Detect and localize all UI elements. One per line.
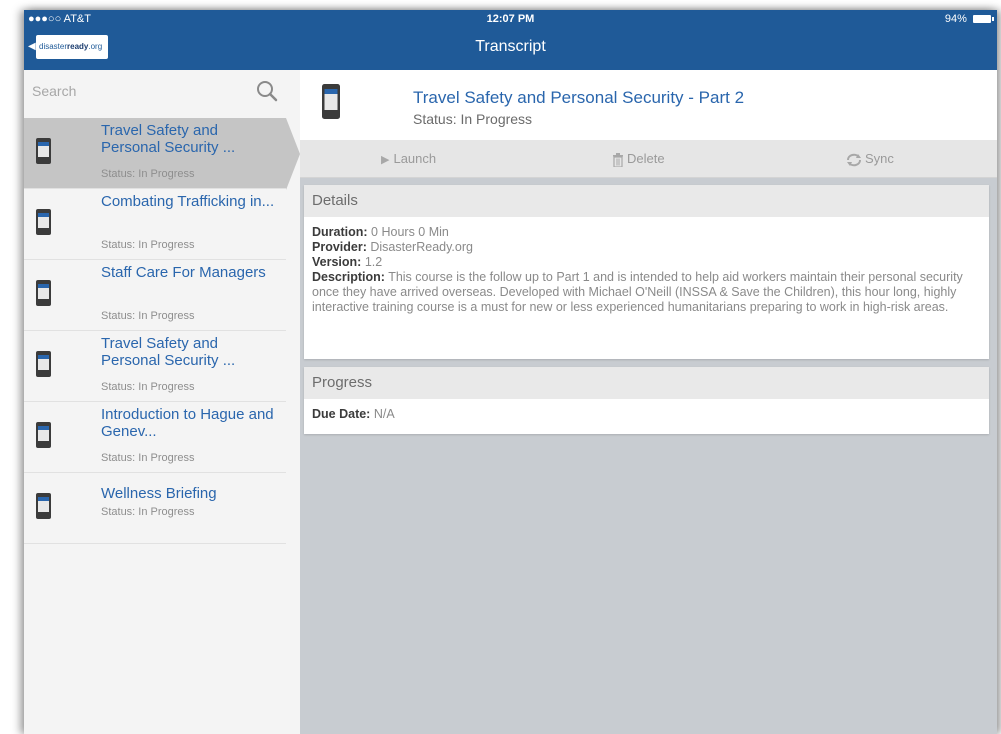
course-status: Status: In Progress	[101, 168, 195, 180]
clock: 12:07 PM	[486, 13, 535, 25]
search-bar	[24, 70, 286, 114]
battery-percent: 94%	[944, 13, 967, 25]
mobile-course-icon	[36, 138, 51, 164]
search-icon[interactable]	[256, 80, 278, 102]
course-status: Status: In Progress	[101, 239, 195, 251]
delete-button[interactable]: Delete	[612, 140, 665, 178]
course-status: Status: In Progress	[101, 506, 195, 518]
mobile-course-icon	[36, 493, 51, 519]
course-list: Travel Safety and Personal Security ... …	[24, 118, 286, 544]
status-bar: ●●●○○ AT&T 12:07 PM 94%	[24, 10, 997, 28]
course-title: Staff Care For Managers	[101, 264, 266, 281]
course-list-item[interactable]: Combating Trafficking in... Status: In P…	[24, 189, 286, 260]
selection-pointer	[286, 118, 300, 190]
course-detail-status: Status: In Progress	[413, 111, 533, 127]
progress-body: Due Date: N/A	[304, 399, 989, 432]
course-detail-title: Travel Safety and Personal Security - Pa…	[413, 88, 745, 107]
details-card: Details Duration: 0 Hours 0 Min Provider…	[304, 185, 989, 359]
details-body: Duration: 0 Hours 0 Min Provider: Disast…	[304, 217, 989, 325]
battery-indicator: 94%	[944, 10, 994, 28]
description-row: Description: This course is the follow u…	[312, 270, 963, 314]
details-heading: Details	[304, 185, 989, 217]
ipad-screen: ●●●○○ AT&T 12:07 PM 94% ◀ disasterready.…	[24, 10, 997, 734]
launch-button[interactable]: ▶ Launch	[381, 140, 436, 178]
course-title: Travel Safety and Personal Security ...	[101, 335, 236, 369]
duration-row: Duration: 0 Hours 0 Min	[312, 225, 449, 239]
progress-card: Progress Due Date: N/A	[304, 367, 989, 434]
course-list-item[interactable]: Travel Safety and Personal Security ... …	[24, 331, 286, 402]
search-input[interactable]	[32, 78, 242, 104]
sync-icon	[847, 153, 861, 166]
course-list-item[interactable]: Wellness Briefing Status: In Progress	[24, 473, 286, 544]
course-list-item-selected[interactable]: Travel Safety and Personal Security ... …	[24, 118, 286, 189]
provider-row: Provider: DisasterReady.org	[312, 240, 473, 254]
course-status: Status: In Progress	[101, 381, 195, 393]
course-list-item[interactable]: Introduction to Hague and Genev... Statu…	[24, 402, 286, 473]
course-title: Introduction to Hague and Genev...	[101, 406, 274, 440]
sync-button[interactable]: Sync	[846, 140, 894, 178]
navigation-bar: ◀ disasterready.org Transcript	[24, 28, 997, 70]
course-sidebar: Travel Safety and Personal Security ... …	[24, 70, 300, 734]
mobile-course-icon	[36, 351, 51, 377]
course-status: Status: In Progress	[101, 452, 195, 464]
course-status: Status: In Progress	[101, 310, 195, 322]
play-icon: ▶	[381, 154, 390, 166]
course-list-item[interactable]: Staff Care For Managers Status: In Progr…	[24, 260, 286, 331]
trash-icon	[613, 152, 623, 167]
mobile-course-icon	[322, 84, 340, 119]
battery-icon	[973, 15, 994, 24]
due-date-row: Due Date: N/A	[312, 407, 395, 421]
progress-heading: Progress	[304, 367, 989, 399]
course-title: Wellness Briefing	[101, 485, 217, 502]
action-toolbar: ▶ Launch Delete Sync	[300, 140, 997, 178]
course-detail-panel: Travel Safety and Personal Security - Pa…	[300, 70, 997, 734]
page-title: Transcript	[475, 38, 546, 55]
mobile-course-icon	[36, 209, 51, 235]
mobile-course-icon	[36, 422, 51, 448]
course-header: Travel Safety and Personal Security - Pa…	[300, 70, 997, 140]
course-title: Combating Trafficking in...	[101, 193, 275, 210]
mobile-course-icon	[36, 280, 51, 306]
version-row: Version: 1.2	[312, 255, 383, 269]
course-title: Travel Safety and Personal Security ...	[101, 122, 236, 156]
